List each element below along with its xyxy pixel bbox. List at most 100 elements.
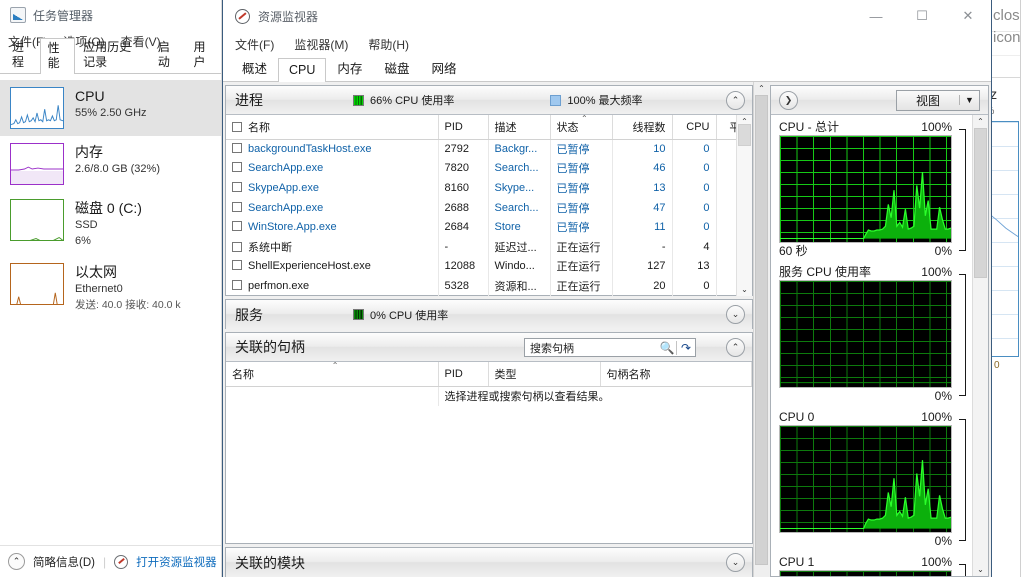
- tab-startup[interactable]: 启动: [150, 37, 186, 73]
- table-row[interactable]: WinStore.App.exe 2684 Store 已暂停 11 0 0.0…: [226, 217, 736, 237]
- tab-disk[interactable]: 磁盘: [373, 57, 420, 81]
- chart-cpu-1-title: CPU 1: [779, 554, 814, 570]
- resource-monitor-main-scrollbar[interactable]: ⌃: [753, 82, 769, 577]
- scrollbar-thumb[interactable]: [755, 95, 768, 565]
- column-header-handle-fullname[interactable]: 句柄名称: [600, 362, 752, 386]
- row-checkbox[interactable]: [232, 162, 242, 172]
- menu-monitor[interactable]: 监视器(M): [294, 36, 348, 53]
- search-icon[interactable]: 🔍: [658, 341, 676, 355]
- row-checkbox[interactable]: [232, 221, 242, 231]
- maximize-button[interactable]: ☐: [899, 0, 945, 32]
- select-all-checkbox[interactable]: [232, 122, 242, 132]
- handles-table[interactable]: ⌃名称 PID 类型 句柄名称 选择进程或搜索句柄以查看结果。: [226, 362, 752, 406]
- scrollbar-thumb[interactable]: [738, 124, 751, 146]
- resource-monitor-tabs[interactable]: 概述 CPU 内存 磁盘 网络: [223, 56, 991, 82]
- scroll-down-icon[interactable]: ⌄: [977, 565, 984, 574]
- handles-table-header-row[interactable]: ⌃名称 PID 类型 句柄名称: [226, 362, 752, 386]
- cell-name[interactable]: SearchApp.exe: [226, 159, 438, 179]
- resource-monitor-window[interactable]: 资源监视器 — ☐ ✕ 文件(F) 监视器(M) 帮助(H) 概述 CPU 内存…: [222, 0, 992, 577]
- column-header-status[interactable]: ⌃状态: [550, 115, 612, 139]
- row-checkbox[interactable]: [232, 242, 242, 252]
- scroll-up-icon[interactable]: ⌃: [758, 84, 765, 93]
- task-manager-window[interactable]: 任务管理器 文件(F) 选项(O) 查看(V) 进程 性能 应用历史记录 启动 …: [0, 0, 222, 577]
- chevron-up-icon[interactable]: ⌃: [8, 553, 25, 570]
- chevron-up-icon[interactable]: ⌃: [726, 338, 745, 357]
- task-manager-tabs[interactable]: 进程 性能 应用历史记录 启动 用户: [0, 52, 221, 74]
- processes-table-scrollbar[interactable]: ⌃ ⌄: [736, 115, 752, 296]
- table-row[interactable]: perfmon.exe 5328 资源和... 正在运行 20 0 0.46: [226, 276, 736, 296]
- cell-name[interactable]: WinStore.App.exe: [226, 217, 438, 237]
- menu-help[interactable]: 帮助(H): [368, 36, 409, 53]
- tab-memory[interactable]: 内存: [326, 57, 373, 81]
- table-row[interactable]: 系统中断 - 延迟过... 正在运行 - 4 0.60: [226, 237, 736, 257]
- open-resource-monitor-link[interactable]: 打开资源监视器: [136, 554, 217, 570]
- scrollbar-thumb[interactable]: [974, 128, 987, 278]
- fewer-details-button[interactable]: 简略信息(D): [33, 554, 95, 570]
- chevron-down-icon[interactable]: ⌄: [726, 553, 745, 572]
- tab-app-history[interactable]: 应用历史记录: [75, 37, 150, 73]
- services-panel-header[interactable]: 服务 0% CPU 使用率 ⌄: [226, 300, 752, 329]
- cell-name[interactable]: SearchApp.exe: [226, 198, 438, 218]
- scroll-down-icon[interactable]: ⌄: [741, 285, 748, 294]
- cell-name[interactable]: SkypeApp.exe: [226, 178, 438, 198]
- cell-name[interactable]: backgroundTaskHost.exe: [226, 139, 438, 159]
- handles-panel-header[interactable]: 关联的句柄 搜索句柄 🔍 ↷ ⌃: [226, 333, 752, 362]
- chevron-up-icon[interactable]: ⌃: [726, 91, 745, 110]
- cell-name[interactable]: ShellExperienceHost.exe: [226, 257, 438, 277]
- chevron-right-icon[interactable]: ❯: [779, 91, 798, 110]
- row-checkbox[interactable]: [232, 280, 242, 290]
- tab-cpu[interactable]: CPU: [278, 58, 326, 82]
- refresh-icon[interactable]: ↷: [677, 341, 695, 355]
- modules-panel-header[interactable]: 关联的模块 ⌄: [226, 548, 752, 577]
- resource-monitor-menubar[interactable]: 文件(F) 监视器(M) 帮助(H): [223, 32, 991, 56]
- row-checkbox[interactable]: [232, 260, 242, 270]
- close-icon[interactable]: close-icon: [993, 5, 1015, 27]
- graph-panel-scrollbar[interactable]: ⌃ ⌄: [972, 115, 988, 576]
- tab-network[interactable]: 网络: [420, 57, 467, 81]
- window-controls[interactable]: — ☐ ✕: [853, 0, 991, 32]
- row-checkbox[interactable]: [232, 143, 242, 153]
- table-row[interactable]: SearchApp.exe 2688 Search... 已暂停 47 0 0.…: [226, 198, 736, 218]
- processes-table[interactable]: 名称 PID 描述 ⌃状态 线程数 CPU 平均 C...: [226, 115, 736, 296]
- close-button[interactable]: ✕: [945, 0, 991, 32]
- tab-processes[interactable]: 进程: [4, 37, 40, 73]
- tab-users[interactable]: 用户: [185, 37, 221, 73]
- resource-monitor-titlebar[interactable]: 资源监视器 — ☐ ✕: [223, 0, 991, 32]
- minimize-button[interactable]: —: [853, 0, 899, 32]
- search-handles-input[interactable]: 搜索句柄 🔍 ↷: [524, 338, 696, 357]
- column-header-cpu[interactable]: CPU: [672, 115, 716, 139]
- scroll-up-icon[interactable]: ⌃: [977, 117, 984, 126]
- processes-max-frequency-label: 100% 最大频率: [567, 92, 642, 108]
- table-row[interactable]: ShellExperienceHost.exe 12088 Windo... 正…: [226, 257, 736, 277]
- row-checkbox[interactable]: [232, 182, 242, 192]
- tab-overview[interactable]: 概述: [231, 57, 278, 81]
- sidebar-item-ethernet[interactable]: 以太网 Ethernet0 发送: 40.0 接收: 40.0 k: [0, 256, 221, 320]
- processes-table-header-row[interactable]: 名称 PID 描述 ⌃状态 线程数 CPU 平均 C...: [226, 115, 736, 139]
- view-dropdown[interactable]: 视图 ▼: [896, 90, 980, 111]
- column-header-description[interactable]: 描述: [488, 115, 550, 139]
- chevron-down-icon[interactable]: ⌄: [726, 305, 745, 324]
- task-manager-titlebar[interactable]: 任务管理器: [0, 0, 221, 30]
- row-checkbox[interactable]: [232, 202, 242, 212]
- sidebar-item-cpu[interactable]: CPU 55% 2.50 GHz: [0, 80, 221, 136]
- tab-performance[interactable]: 性能: [40, 38, 76, 74]
- column-header-handle-type[interactable]: 类型: [488, 362, 600, 386]
- sidebar-item-memory[interactable]: 内存 2.6/8.0 GB (32%): [0, 136, 221, 192]
- sidebar-item-disk[interactable]: 磁盘 0 (C:) SSD 6%: [0, 192, 221, 256]
- cell-name[interactable]: perfmon.exe: [226, 276, 438, 296]
- chevron-down-icon[interactable]: ▼: [959, 95, 979, 105]
- column-header-average-cpu[interactable]: 平均 C...: [716, 115, 736, 139]
- table-row[interactable]: SearchApp.exe 7820 Search... 已暂停 46 0 0.…: [226, 159, 736, 179]
- cell-name[interactable]: 系统中断: [226, 237, 438, 257]
- graph-panel-header[interactable]: ❯ 视图 ▼: [771, 86, 988, 115]
- table-row[interactable]: backgroundTaskHost.exe 2792 Backgr... 已暂…: [226, 139, 736, 159]
- processes-panel-header[interactable]: 进程 66% CPU 使用率 100% 最大频率 ⌃: [226, 86, 752, 115]
- column-header-pid[interactable]: PID: [438, 115, 488, 139]
- column-header-threads[interactable]: 线程数: [612, 115, 672, 139]
- table-row[interactable]: SkypeApp.exe 8160 Skype... 已暂停 13 0 0.00: [226, 178, 736, 198]
- column-header-handle-name[interactable]: ⌃名称: [226, 362, 438, 386]
- column-header-handle-pid[interactable]: PID: [438, 362, 488, 386]
- menu-file[interactable]: 文件(F): [235, 36, 274, 53]
- cell-status: 已暂停: [550, 159, 612, 179]
- column-header-name[interactable]: 名称: [226, 115, 438, 139]
